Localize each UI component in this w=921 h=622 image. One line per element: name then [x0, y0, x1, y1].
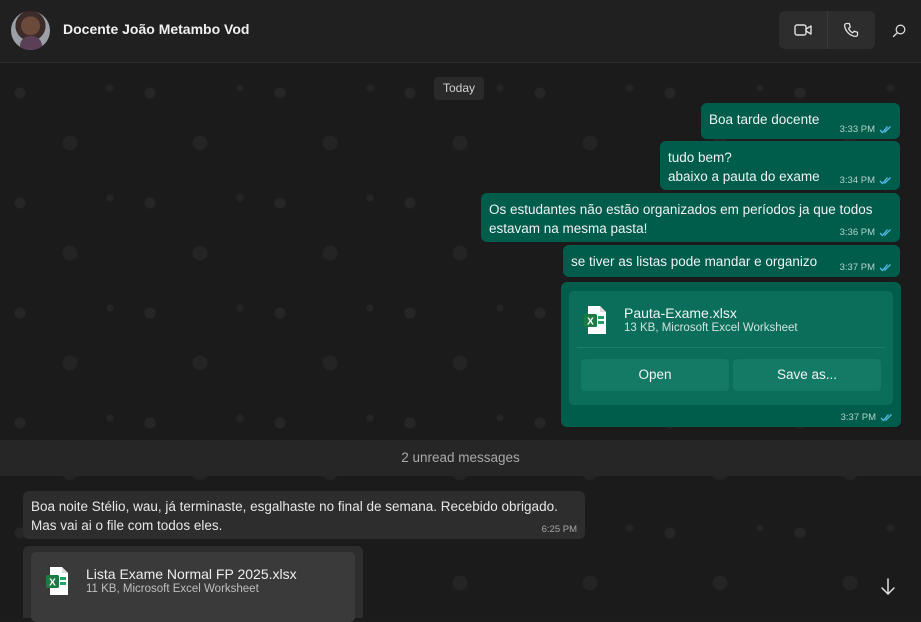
- voice-call-button[interactable]: [826, 11, 876, 49]
- message-text: Os estudantes não estão organizados em p…: [489, 202, 873, 236]
- message-meta: 3:37 PM: [841, 412, 893, 423]
- video-call-icon: [794, 24, 812, 36]
- contact-avatar[interactable]: [11, 11, 50, 50]
- file-attachment-card[interactable]: X Lista Exame Normal FP 2025.xlsx 11 KB,…: [31, 552, 355, 622]
- search-icon: [892, 24, 906, 38]
- voice-call-icon: [844, 22, 859, 38]
- incoming-message[interactable]: Boa noite Stélio, wau, já terminaste, es…: [23, 491, 585, 539]
- file-details: 13 KB, Microsoft Excel Worksheet: [624, 322, 798, 334]
- read-receipt-icon: [879, 264, 891, 272]
- file-attachment-card[interactable]: X Pauta-Exame.xlsx 13 KB, Microsoft Exce…: [569, 291, 893, 405]
- file-name: Pauta-Exame.xlsx: [624, 305, 737, 321]
- read-receipt-icon: [879, 177, 891, 185]
- message-meta: 3:33 PM: [840, 124, 892, 135]
- message-time: 3:37 PM: [839, 262, 875, 273]
- outgoing-message[interactable]: tudo bem? abaixo a pauta do exame 3:34 P…: [660, 141, 900, 190]
- divider: [577, 347, 885, 348]
- excel-file-icon: X: [584, 306, 606, 334]
- arrow-down-icon: [881, 578, 895, 595]
- message-time: 3:34 PM: [839, 175, 875, 186]
- message-meta: 3:37 PM: [840, 262, 892, 273]
- save-as-button[interactable]: Save as...: [733, 359, 881, 391]
- message-meta: 3:36 PM: [840, 227, 892, 238]
- file-details: 11 KB, Microsoft Excel Worksheet: [86, 583, 259, 595]
- search-button[interactable]: [886, 18, 912, 44]
- video-call-button[interactable]: [779, 11, 827, 49]
- message-text: Boa noite Stélio, wau, já terminaste, es…: [31, 499, 558, 533]
- file-name: Lista Exame Normal FP 2025.xlsx: [86, 566, 297, 582]
- read-receipt-icon: [880, 414, 892, 422]
- call-button-group: [779, 11, 875, 49]
- message-time: 6:25 PM: [541, 524, 577, 535]
- open-file-button[interactable]: Open: [581, 359, 729, 391]
- svg-text:X: X: [587, 317, 594, 328]
- date-separator: Today: [434, 77, 484, 100]
- unread-messages-divider: 2 unread messages: [0, 440, 921, 476]
- message-meta: 6:25 PM: [542, 524, 577, 535]
- message-list[interactable]: Today Boa tarde docente 3:33 PM tudo bem…: [0, 63, 921, 622]
- scroll-to-bottom-button[interactable]: [872, 571, 904, 603]
- excel-file-icon: X: [46, 567, 68, 595]
- outgoing-message[interactable]: se tiver as listas pode mandar e organiz…: [563, 245, 900, 277]
- outgoing-message[interactable]: Boa tarde docente 3:33 PM: [701, 103, 900, 139]
- read-receipt-icon: [879, 126, 891, 134]
- read-receipt-icon: [879, 229, 891, 237]
- svg-text:X: X: [49, 578, 56, 589]
- message-meta: 3:34 PM: [840, 175, 892, 186]
- message-time: 3:37 PM: [840, 412, 876, 423]
- incoming-file-message[interactable]: X Lista Exame Normal FP 2025.xlsx 11 KB,…: [23, 546, 363, 622]
- message-time: 3:36 PM: [839, 227, 875, 238]
- outgoing-file-message[interactable]: X Pauta-Exame.xlsx 13 KB, Microsoft Exce…: [561, 282, 901, 427]
- message-time: 3:33 PM: [839, 124, 875, 135]
- contact-name[interactable]: Docente João Metambo Vod: [63, 21, 249, 37]
- chat-header: Docente João Metambo Vod: [0, 0, 921, 63]
- outgoing-message[interactable]: Os estudantes não estão organizados em p…: [481, 193, 900, 242]
